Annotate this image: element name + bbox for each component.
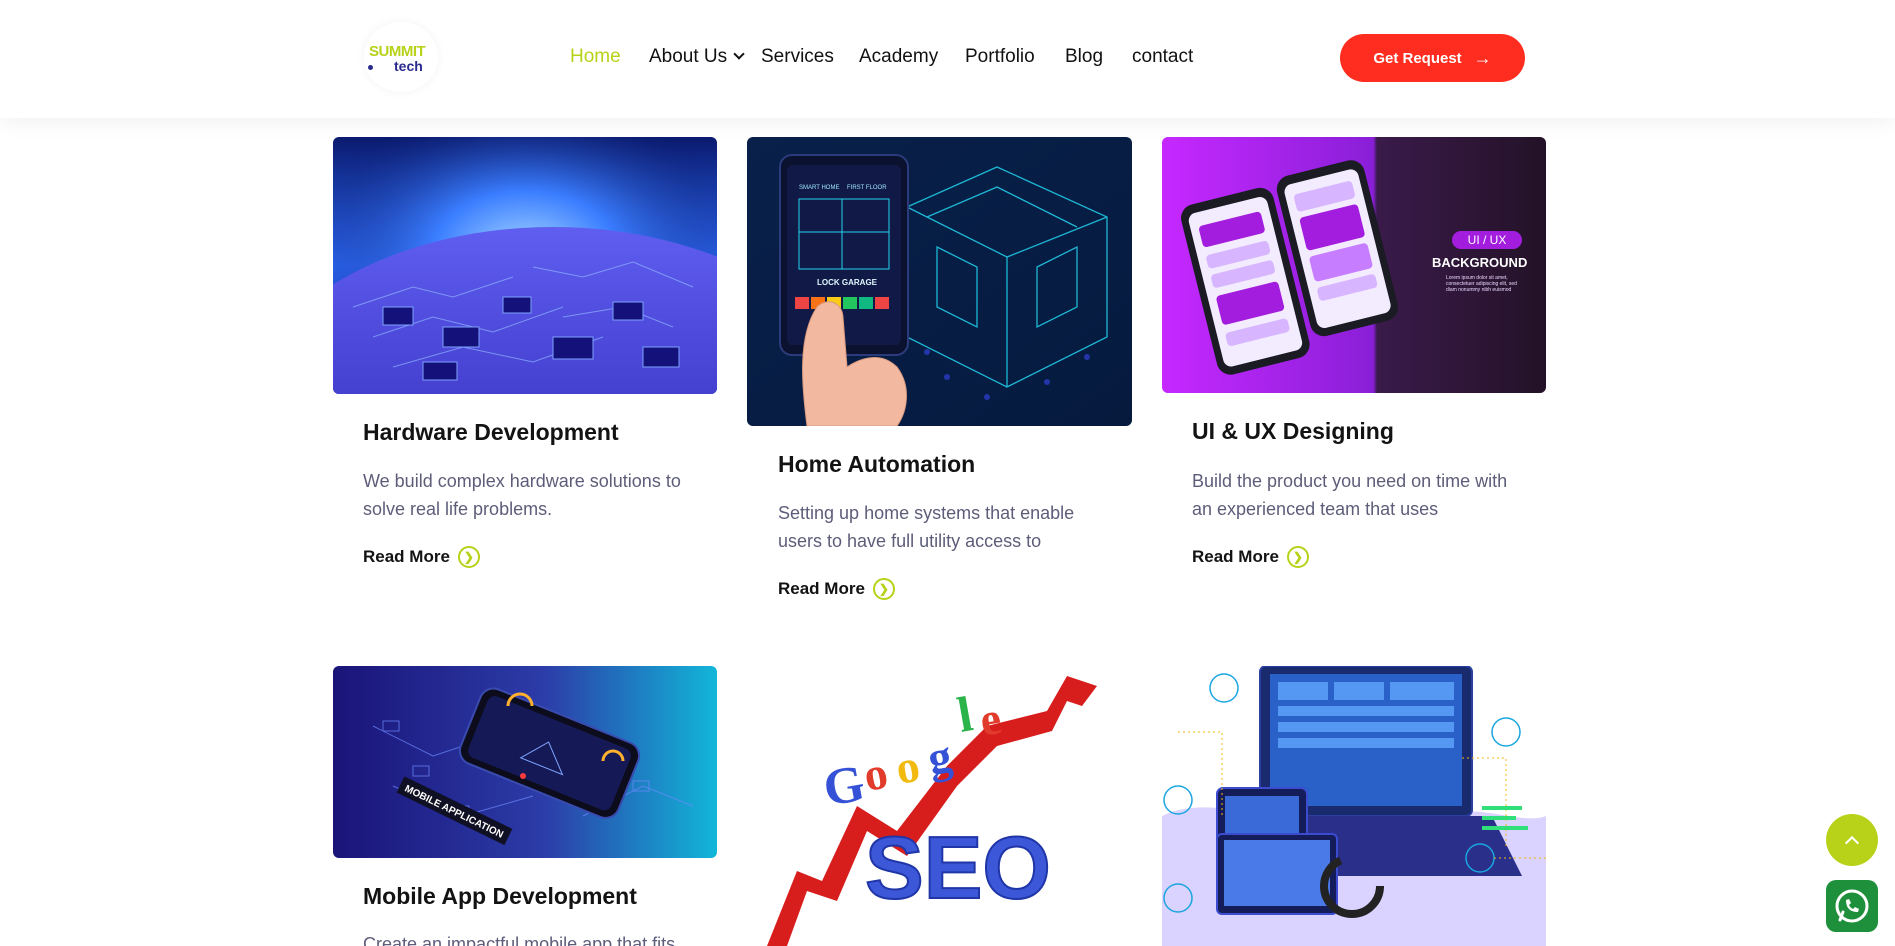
get-request-button[interactable]: Get Request →	[1340, 34, 1525, 82]
read-more-link[interactable]: Read More ❯	[363, 546, 480, 568]
chevron-right-circle-icon: ❯	[1286, 546, 1309, 568]
hardware-image	[333, 137, 717, 394]
chevron-down-icon	[733, 48, 745, 60]
nav-services[interactable]: Services	[761, 46, 834, 68]
card-description: We build complex hardware solutions to s…	[363, 471, 681, 519]
ui-ux-image: UI / UX BACKGROUND Lorem ipsum dolor sit…	[1162, 137, 1546, 393]
read-more-label: Read More	[363, 547, 450, 566]
phone-text-first-floor: FIRST FLOOR	[847, 185, 887, 191]
mobile-app-image: MOBILE APPLICATION	[333, 666, 717, 858]
ui-ux-body-text: Lorem ipsum dolor sit amet, consectetuer…	[1446, 275, 1517, 293]
seo-text: SEO	[865, 818, 1051, 917]
logo-text-tech: tech	[394, 58, 423, 74]
nav-contact[interactable]: contact	[1132, 46, 1193, 68]
phone-text-smart-home: SMART HOME	[799, 185, 839, 191]
card-description: Setting up home systems that enable user…	[778, 503, 1075, 551]
chevron-up-icon	[1844, 835, 1860, 850]
nav-portfolio[interactable]: Portfolio	[965, 46, 1035, 68]
whatsapp-icon	[1835, 889, 1869, 923]
seo-image: G o o g l e SEO	[747, 666, 1132, 946]
phone-text-lock-garage: LOCK GARAGE	[817, 278, 878, 287]
ui-ux-heading-text: BACKGROUND	[1432, 255, 1527, 270]
nav-about-us-label: About Us	[649, 46, 728, 67]
read-more-label: Read More	[778, 579, 865, 598]
get-request-label: Get Request	[1373, 49, 1462, 67]
nav-academy[interactable]: Academy	[859, 46, 938, 68]
card-title: Home Automation	[778, 451, 976, 477]
chevron-right-circle-icon: ❯	[457, 546, 480, 568]
ui-ux-badge-text: UI / UX	[1468, 233, 1507, 247]
arrow-right-icon: →	[1473, 47, 1492, 68]
card-description: Build the product you need on time with …	[1192, 471, 1508, 519]
nav-home[interactable]: Home	[570, 46, 621, 68]
site-header: SUMMIT tech Home About Us Services Acade…	[0, 0, 1895, 118]
site-logo[interactable]: SUMMIT tech	[364, 22, 438, 92]
home-automation-image: SMART HOME FIRST FLOOR LOCK GARAGE	[747, 137, 1132, 426]
card-title: Hardware Development	[363, 419, 619, 445]
nav-about-us[interactable]: About Us	[649, 46, 745, 68]
card-description: Create an impactful mobile app that fits	[363, 934, 676, 946]
read-more-link[interactable]: Read More ❯	[1192, 546, 1309, 568]
whatsapp-button[interactable]	[1826, 880, 1878, 932]
chevron-right-circle-icon: ❯	[872, 578, 895, 600]
card-title: Mobile App Development	[363, 883, 637, 909]
scroll-to-top-button[interactable]	[1826, 814, 1878, 866]
nav-blog[interactable]: Blog	[1065, 46, 1103, 68]
read-more-label: Read More	[1192, 547, 1279, 566]
card-title: UI & UX Designing	[1192, 418, 1394, 444]
logo-dot	[368, 65, 373, 70]
dashboard-image	[1162, 666, 1546, 946]
read-more-link[interactable]: Read More ❯	[778, 578, 895, 600]
